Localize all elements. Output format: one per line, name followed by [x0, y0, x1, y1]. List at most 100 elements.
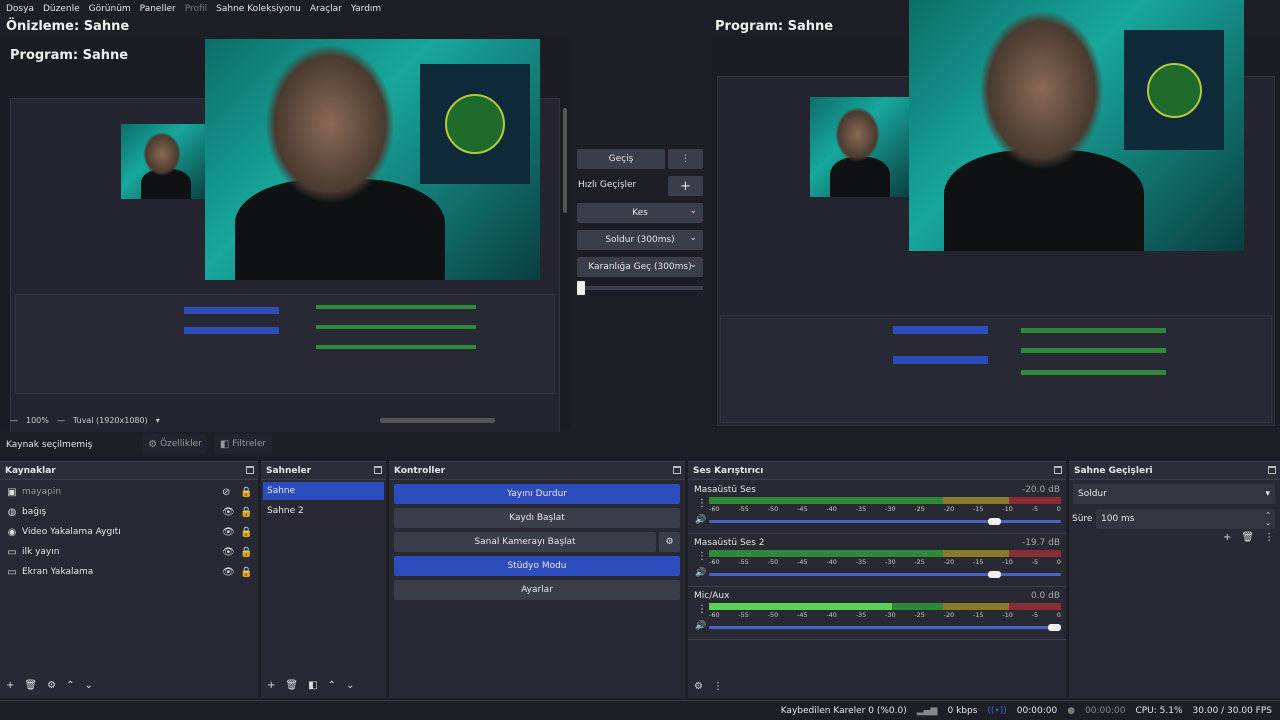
scene-item[interactable]: Sahne 2: [263, 502, 384, 520]
chevron-down-icon: ▾: [1265, 489, 1270, 499]
filters-button[interactable]: ◧ Filtreler: [214, 434, 272, 454]
eye-icon[interactable]: 👁: [222, 527, 235, 538]
duration-label: Süre: [1072, 514, 1093, 524]
eye-icon[interactable]: 👁: [222, 547, 235, 558]
scale-tick: -45: [796, 611, 808, 619]
scale-tick: -45: [796, 558, 808, 566]
gear-icon[interactable]: ⚙: [47, 680, 56, 691]
meter-red-zone: [1008, 603, 1061, 610]
trash-icon[interactable]: 🗑: [24, 680, 37, 691]
channel-menu-icon[interactable]: ⋮: [697, 498, 707, 509]
transition-menu-icon[interactable]: ⋮: [668, 149, 703, 169]
eye-icon[interactable]: 👁: [222, 507, 235, 518]
transition-select[interactable]: Soldur ▾: [1073, 484, 1275, 504]
lock-icon[interactable]: 🔒: [240, 507, 252, 518]
monitor-icon: ▭: [7, 546, 17, 558]
volume-slider[interactable]: [709, 520, 1061, 523]
add-source-icon[interactable]: +: [6, 680, 14, 691]
source-item[interactable]: ◍ bağış 👁 🔒: [0, 502, 258, 522]
volume-knob[interactable]: [988, 571, 1002, 578]
menu-item-5[interactable]: Sahne Koleksiyonu: [216, 4, 301, 14]
preview-hscrollbar[interactable]: [380, 418, 495, 423]
transition-button[interactable]: Geçiş: [577, 149, 665, 169]
trash-icon[interactable]: 🗑: [285, 680, 298, 691]
preview-vscrollbar[interactable]: [563, 108, 567, 213]
transition-menu-icon[interactable]: ⋮: [1264, 532, 1274, 543]
mixer-menu-icon[interactable]: ⋮: [713, 681, 723, 692]
sources-dock: Kaynaklar ▣ mayapin ⊘ 🔒 ◍ bağış 👁 🔒 ◉ Video Yakal…: [0, 461, 258, 698]
lock-icon[interactable]: 🔒: [240, 567, 252, 578]
menu-item-0[interactable]: Dosya: [6, 4, 34, 14]
advanced-audio-gear-icon[interactable]: ⚙: [694, 681, 703, 692]
quick-transition-2[interactable]: Karanlığa Geç (300ms) ⌄: [577, 257, 703, 277]
channel-menu-icon[interactable]: ⋮: [697, 604, 707, 615]
menu-item-1[interactable]: Düzenle: [43, 4, 80, 14]
add-scene-icon[interactable]: +: [267, 680, 275, 691]
studio-mode-button[interactable]: Stüdyo Modu: [394, 556, 680, 576]
trash-icon[interactable]: 🗑: [1241, 532, 1254, 543]
source-item[interactable]: ◉ Video Yakalama Aygıtı 👁 🔒: [0, 522, 258, 542]
menu-item-6[interactable]: Araçlar: [310, 4, 342, 14]
dock-icon[interactable]: [246, 466, 254, 474]
zoom-in-icon[interactable]: —: [57, 416, 65, 425]
program-title: Program: Sahne: [715, 19, 834, 34]
zoom-out-icon[interactable]: —: [10, 416, 18, 425]
scene-transitions-dock: Sahne Geçişleri Soldur ▾ Süre 100 ms ⌃ ⌄ …: [1069, 461, 1280, 698]
duration-spinbox[interactable]: 100 ms ⌃ ⌄: [1096, 509, 1275, 529]
channel-menu-icon[interactable]: ⋮: [697, 551, 707, 562]
eye-icon[interactable]: 👁: [222, 567, 235, 578]
add-quick-transition-icon[interactable]: +: [668, 176, 703, 196]
scene-filter-icon[interactable]: ◧: [308, 680, 317, 691]
volume-knob[interactable]: [988, 518, 1002, 525]
speaker-icon[interactable]: 🔊: [695, 621, 706, 631]
menu-item-7[interactable]: Yardım: [351, 4, 381, 14]
dock-icon[interactable]: [673, 466, 681, 474]
move-up-icon[interactable]: ⌃: [328, 680, 336, 691]
quick-transition-0[interactable]: Kes ⌄: [577, 203, 703, 223]
dock-icon[interactable]: [1268, 466, 1276, 474]
add-transition-icon[interactable]: +: [1223, 532, 1231, 543]
transition-tbar[interactable]: [577, 286, 703, 290]
sources-toolbar: + 🗑 ⚙ ⌃ ⌄: [6, 680, 93, 691]
volume-knob[interactable]: [1048, 624, 1061, 631]
context-bar: Kaynak seçilmemiş ⚙ Özellikler ◧ Filtreler: [0, 432, 1280, 458]
move-up-icon[interactable]: ⌃: [66, 680, 74, 691]
start-virtualcam-button[interactable]: Sanal Kamerayı Başlat: [394, 532, 656, 552]
eye-hidden-icon[interactable]: ⊘: [222, 487, 230, 498]
scale-tick: -20: [943, 505, 955, 513]
properties-button[interactable]: ⚙ Özellikler: [143, 434, 207, 454]
lock-icon[interactable]: 🔒: [240, 547, 252, 558]
dock-icon[interactable]: [1054, 466, 1062, 474]
menu-item-4[interactable]: Profil: [185, 4, 207, 14]
scale-tick: -10: [1002, 611, 1013, 619]
preview-canvas[interactable]: Program: Sahne — 100% — Tuval (1920x1080…: [0, 38, 570, 453]
controls-title: Kontroller: [394, 465, 446, 476]
meter-red-zone: [1008, 550, 1061, 557]
lock-icon[interactable]: 🔒: [240, 527, 252, 538]
volume-slider[interactable]: [709, 626, 1061, 629]
move-down-icon[interactable]: ⌄: [84, 680, 92, 691]
bitrate: 0 kbps: [947, 705, 978, 716]
menu-item-2[interactable]: Görünüm: [89, 4, 131, 14]
menu-item-3[interactable]: Paneller: [140, 4, 176, 14]
source-item[interactable]: ▣ mayapin ⊘ 🔒: [0, 482, 258, 502]
stop-stream-button[interactable]: Yayını Durdur: [394, 484, 680, 504]
speaker-icon[interactable]: 🔊: [695, 515, 706, 525]
speaker-icon[interactable]: 🔊: [695, 568, 706, 578]
chevron-down-icon[interactable]: ▾: [156, 416, 160, 425]
scene-item[interactable]: Sahne: [263, 482, 384, 500]
tbar-handle[interactable]: [577, 281, 585, 295]
start-record-button[interactable]: Kaydı Başlat: [394, 508, 680, 528]
lock-icon[interactable]: 🔒: [240, 487, 252, 498]
move-down-icon[interactable]: ⌄: [346, 680, 354, 691]
virtualcam-settings-gear-icon[interactable]: ⚙: [659, 532, 680, 552]
stream-time: 00:00:00: [1016, 705, 1058, 716]
scale-tick: -45: [796, 505, 808, 513]
settings-button[interactable]: Ayarlar: [394, 580, 680, 600]
source-item[interactable]: ▭ Ekran Yakalama 👁 🔒: [0, 562, 258, 582]
quick-transition-1[interactable]: Soldur (300ms) ⌄: [577, 230, 703, 250]
volume-slider[interactable]: [709, 573, 1061, 576]
spin-arrows-icon[interactable]: ⌃ ⌄: [1265, 511, 1271, 527]
source-item[interactable]: ▭ ilk yayın 👁 🔒: [0, 542, 258, 562]
dock-icon[interactable]: [374, 466, 382, 474]
